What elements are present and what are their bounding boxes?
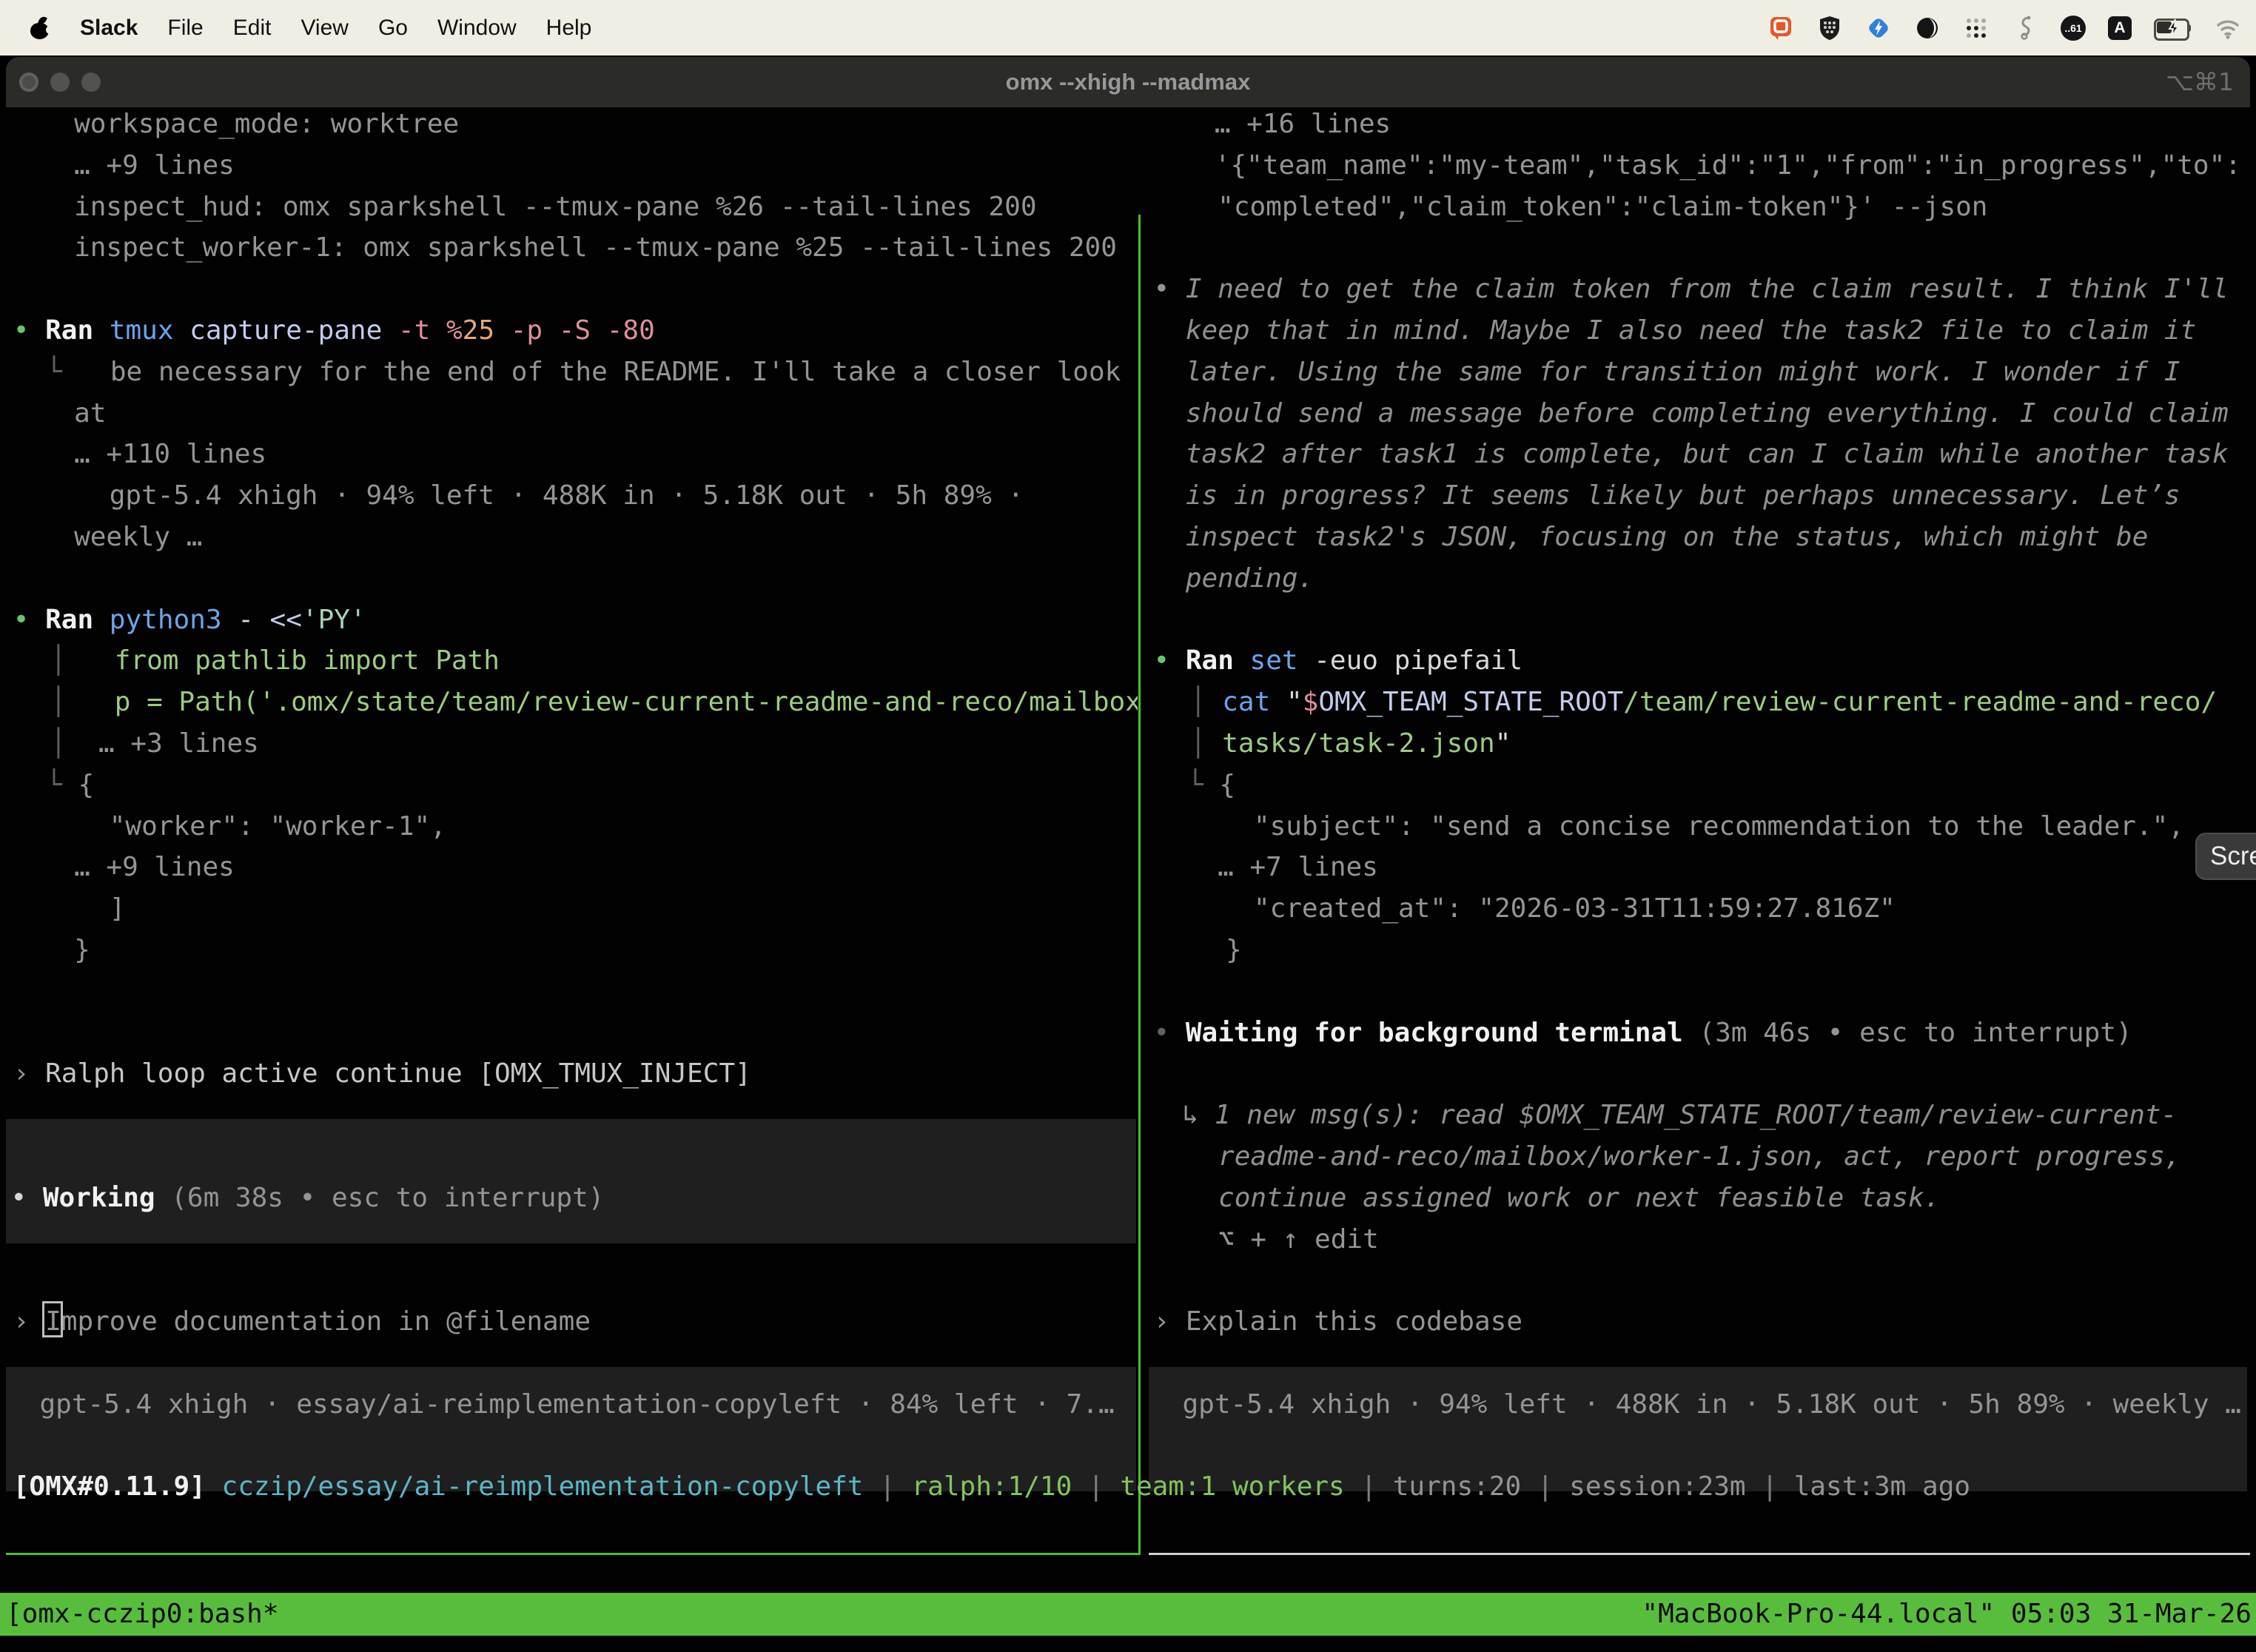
apple-bite: [46, 26, 54, 34]
battery-bolt: [2163, 17, 2185, 39]
omx-status-line: [OMX#0.11.9] cczip/essay/ai-reimplementa…: [6, 107, 2256, 1652]
menu-help[interactable]: Help: [546, 16, 592, 41]
window-title: omx --xhigh --madmax: [6, 57, 2250, 107]
battery-nub: [2187, 24, 2191, 32]
dots-grid-icon[interactable]: [1963, 15, 1990, 41]
battery-icon[interactable]: [2154, 19, 2192, 38]
keyboard-layout-icon[interactable]: A: [2108, 16, 2132, 40]
menu-view[interactable]: View: [301, 16, 348, 41]
menu-bar: Slack File Edit View Go Window Help: [0, 0, 2256, 56]
chat-bubble-icon[interactable]: [1767, 15, 1794, 41]
menu-go[interactable]: Go: [378, 16, 408, 41]
menu-edit[interactable]: Edit: [233, 16, 272, 41]
tmux-host-time: "MacBook-Pro-44.local" 05:03 31-Mar-26: [1642, 1593, 2252, 1636]
percent-badge-label: ..61: [2064, 22, 2081, 34]
blue-spark-icon[interactable]: [1865, 15, 1892, 41]
contrast-circle-icon[interactable]: [1914, 15, 1941, 41]
hook-icon[interactable]: [2012, 15, 2038, 41]
tmux-session-label: [omx-cczip0:bash*: [6, 1593, 278, 1636]
window-title-bar: omx --xhigh --madmax ⌥⌘1: [6, 57, 2250, 107]
wifi-icon[interactable]: [2215, 15, 2241, 41]
menu-window[interactable]: Window: [437, 16, 517, 41]
screen-capture-tooltip[interactable]: Scre: [2195, 833, 2256, 880]
apple-menu-icon[interactable]: [30, 16, 50, 40]
shield-grid-icon[interactable]: [1816, 15, 1843, 41]
terminal-window: workspace_mode: worktree… +9 linesinspec…: [0, 107, 2256, 1652]
tmux-status-bar[interactable]: [omx-cczip0:bash* "MacBook-Pro-44.local"…: [0, 1593, 2256, 1636]
menu-file[interactable]: File: [167, 16, 203, 41]
keyboard-layout-label: A: [2114, 19, 2125, 37]
percent-badge-icon[interactable]: ..61: [2061, 16, 2086, 41]
menu-app-name[interactable]: Slack: [80, 16, 138, 41]
window-shortcut-badge: ⌥⌘1: [2166, 57, 2234, 107]
terminal-line: [OMX#0.11.9] cczip/essay/ai-reimplementa…: [13, 1466, 1970, 1508]
